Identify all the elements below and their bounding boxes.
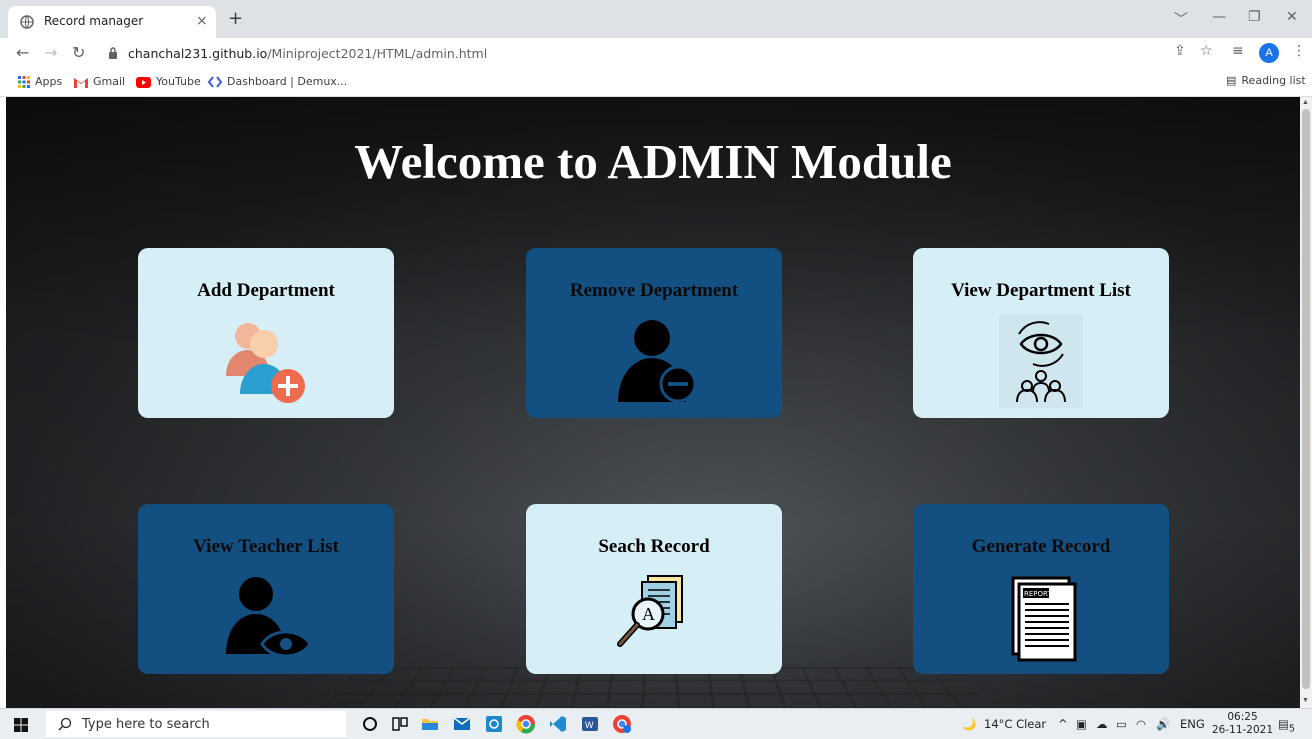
- restore-icon[interactable]: ❐: [1248, 9, 1261, 25]
- clock-time: 06:25: [1227, 711, 1258, 723]
- reading-list-label: Reading list: [1241, 74, 1306, 87]
- minimize-icon[interactable]: —: [1212, 9, 1226, 25]
- vscode-icon[interactable]: [548, 714, 568, 734]
- cortana-icon[interactable]: [360, 714, 380, 734]
- weather-text[interactable]: 14°C Clear: [984, 717, 1046, 731]
- meet-now-icon[interactable]: ▣: [1076, 717, 1087, 731]
- store-icon[interactable]: [484, 714, 504, 734]
- add-user-icon: [226, 323, 305, 403]
- view-user-icon: [226, 577, 312, 658]
- chrome-profile-icon[interactable]: [612, 714, 632, 734]
- url-host: chanchal231.github.io: [128, 46, 268, 61]
- gmail-icon: [74, 77, 88, 88]
- code-brackets-icon: [208, 76, 222, 88]
- lock-icon: [109, 47, 117, 59]
- view-group-icon: [999, 314, 1083, 408]
- bookmark-label: Dashboard | Demux...: [227, 75, 348, 88]
- generate-record-card[interactable]: Generate Record REPORT: [913, 504, 1169, 674]
- bookmark-dashboard[interactable]: Dashboard | Demux...: [208, 75, 347, 88]
- scroll-up-arrow-icon[interactable]: ▲: [1302, 99, 1309, 106]
- browser-toolbar: ← → ↻ chanchal231.github.io/Miniproject2…: [0, 38, 1312, 70]
- tray-overflow-icon[interactable]: ^: [1058, 717, 1068, 731]
- remove-department-card[interactable]: Remove Department: [526, 248, 782, 418]
- menu-kebab-icon[interactable]: ⋮: [1292, 43, 1306, 59]
- notifications-icon[interactable]: ▤5: [1278, 717, 1295, 734]
- remove-user-icon: [618, 320, 697, 403]
- search-placeholder: Type here to search: [82, 717, 210, 732]
- volume-icon[interactable]: 🔊: [1156, 717, 1170, 731]
- apps-grid-icon: [18, 76, 30, 88]
- tab-close-button[interactable]: ×: [196, 13, 208, 29]
- report-icon: REPORT: [1011, 576, 1077, 662]
- wifi-icon[interactable]: ◠: [1136, 717, 1146, 731]
- card-label: View Teacher List: [193, 536, 339, 557]
- bookmark-label: Apps: [35, 75, 63, 88]
- browser-tab-strip: Record manager × + ﹀ — ❐ ✕: [0, 0, 1312, 38]
- add-department-card[interactable]: Add Department: [138, 248, 394, 418]
- globe-icon: [20, 15, 34, 29]
- page-scrollbar[interactable]: ▲ ▼: [1300, 97, 1312, 708]
- battery-icon[interactable]: ▭: [1116, 717, 1127, 731]
- admin-page: Welcome to ADMIN Module Add Department R…: [6, 97, 1300, 708]
- new-tab-button[interactable]: +: [228, 8, 243, 29]
- back-icon[interactable]: ←: [16, 43, 29, 62]
- reading-list-button[interactable]: ▤ Reading list: [1226, 74, 1306, 87]
- card-label: View Department List: [951, 280, 1131, 301]
- svg-text:A: A: [642, 604, 655, 624]
- svg-text:REPORT: REPORT: [1024, 590, 1052, 598]
- card-label: Seach Record: [598, 536, 710, 557]
- youtube-icon: [136, 76, 151, 88]
- tab-title: Record manager: [44, 14, 144, 28]
- scrollbar-thumb[interactable]: [1302, 109, 1310, 689]
- windows-start-icon[interactable]: [14, 718, 28, 732]
- mail-icon[interactable]: [452, 714, 472, 734]
- bookmark-gmail[interactable]: Gmail: [74, 75, 125, 88]
- media-queue-icon[interactable]: ≡: [1232, 43, 1244, 59]
- page-title: Welcome to ADMIN Module: [354, 134, 952, 189]
- file-explorer-icon[interactable]: [420, 714, 440, 734]
- bookmarks-bar: Apps Gmail YouTube Dashboard | Demux... …: [0, 70, 1312, 97]
- search-record-card[interactable]: Seach Record A: [526, 504, 782, 674]
- weather-icon[interactable]: 🌙: [962, 717, 976, 731]
- notification-count: 5: [1288, 723, 1295, 735]
- bookmark-label: Gmail: [93, 75, 126, 88]
- view-department-list-card[interactable]: View Department List: [913, 248, 1169, 418]
- taskbar-search-box[interactable]: Type here to search: [46, 711, 346, 737]
- language-indicator[interactable]: ENG: [1180, 717, 1205, 731]
- share-icon[interactable]: ⇪: [1174, 43, 1186, 59]
- bookmark-apps[interactable]: Apps: [18, 75, 62, 88]
- word-icon[interactable]: W: [580, 714, 600, 734]
- forward-icon[interactable]: →: [44, 43, 57, 62]
- reload-icon[interactable]: ↻: [72, 43, 85, 62]
- clock[interactable]: 06:25 26-11-2021: [1212, 711, 1273, 737]
- svg-text:W: W: [585, 720, 594, 730]
- bookmark-youtube[interactable]: YouTube: [136, 75, 201, 88]
- search-icon: [58, 717, 72, 731]
- card-label: Generate Record: [971, 536, 1111, 557]
- bookmark-star-icon[interactable]: ☆: [1200, 43, 1213, 59]
- reading-list-icon: ▤: [1226, 74, 1237, 87]
- close-window-icon[interactable]: ✕: [1286, 9, 1298, 25]
- windows-taskbar: Type here to search W 🌙 14°C Clear ^ ▣ ☁…: [0, 708, 1312, 739]
- tab-search-icon[interactable]: ﹀: [1174, 9, 1188, 29]
- bookmark-label: YouTube: [156, 75, 201, 88]
- scroll-down-arrow-icon[interactable]: ▼: [1302, 697, 1309, 704]
- onedrive-icon[interactable]: ☁: [1096, 717, 1108, 731]
- task-view-icon[interactable]: [390, 714, 410, 734]
- profile-avatar[interactable]: A: [1259, 43, 1279, 63]
- address-bar[interactable]: chanchal231.github.io/Miniproject2021/HT…: [100, 41, 1190, 67]
- url-path: /Miniproject2021/HTML/admin.html: [267, 46, 488, 61]
- clock-date: 26-11-2021: [1212, 724, 1274, 736]
- card-label: Add Department: [197, 280, 335, 301]
- browser-tab[interactable]: Record manager ×: [8, 6, 216, 38]
- chrome-icon[interactable]: [516, 714, 536, 734]
- url-text: chanchal231.github.io/Miniproject2021/HT…: [128, 46, 487, 61]
- card-label: Remove Department: [569, 280, 739, 301]
- view-teacher-list-card[interactable]: View Teacher List: [138, 504, 394, 674]
- search-document-icon: A: [617, 575, 683, 647]
